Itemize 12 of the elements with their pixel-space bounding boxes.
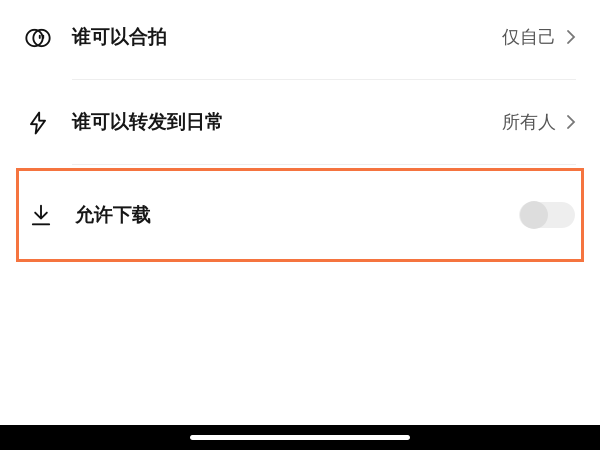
home-indicator[interactable]	[190, 435, 410, 440]
highlighted-setting-row[interactable]: 允许下载	[16, 168, 584, 262]
setting-value: 仅自己	[502, 26, 556, 50]
setting-value: 所有人	[502, 110, 556, 134]
setting-label: 允许下载	[75, 202, 152, 228]
setting-label: 谁可以合拍	[72, 24, 168, 50]
toggle-switch[interactable]	[519, 202, 575, 228]
chevron-right-icon	[566, 114, 576, 130]
setting-label: 谁可以转发到日常	[72, 110, 225, 135]
setting-row[interactable]: 谁可以转发到日常 所有人	[0, 80, 600, 165]
chevron-right-icon	[566, 29, 576, 45]
setting-row[interactable]: 谁可以合拍 仅自己	[0, 0, 600, 80]
